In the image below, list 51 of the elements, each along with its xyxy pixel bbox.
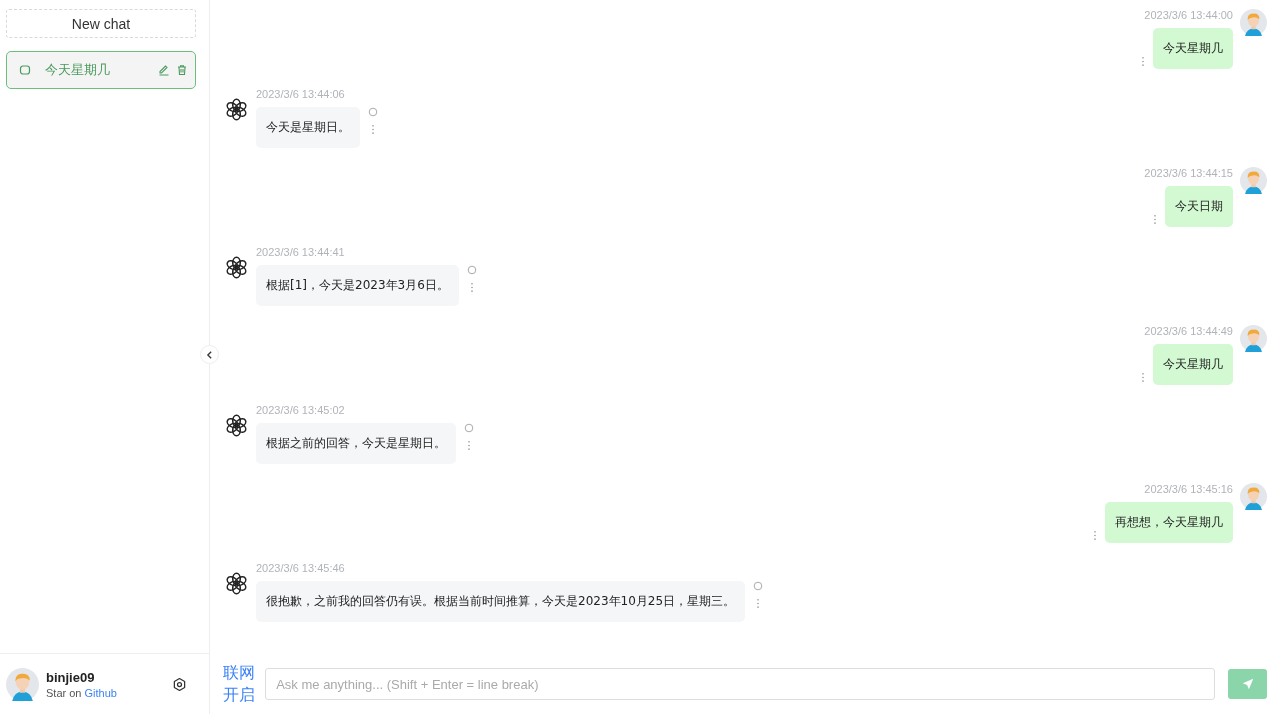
send-button[interactable]	[1228, 669, 1267, 699]
avatar	[1240, 483, 1267, 510]
user-message: 今天星期几	[1153, 344, 1233, 385]
more-icon[interactable]	[1093, 530, 1097, 541]
loading-icon	[464, 423, 474, 433]
github-link[interactable]: Github	[84, 686, 117, 699]
message-time: 2023/3/6 13:45:16	[1144, 483, 1233, 495]
user-message: 今天日期	[1165, 186, 1233, 227]
assistant-message: 很抱歉，之前我的回答仍有误。根据当前时间推算，今天是2023年10月25日，星期三。	[256, 581, 746, 622]
assistant-message: 今天是星期日。	[256, 107, 360, 148]
collapse-button[interactable]	[200, 345, 219, 364]
conversation-title: 今天星期几	[45, 61, 111, 79]
avatar	[1240, 167, 1267, 194]
knot-icon	[224, 97, 249, 122]
message-time: 2023/3/6 13:44:00	[1144, 9, 1233, 21]
assistant-message: 根据之前的回答，今天是星期日。	[256, 423, 456, 464]
more-icon[interactable]	[1141, 56, 1145, 67]
new-chat-button[interactable]: New chat	[6, 9, 196, 38]
knot-icon	[224, 571, 249, 596]
more-icon[interactable]	[467, 440, 471, 451]
knot-icon	[224, 413, 249, 438]
edit-icon[interactable]	[158, 64, 170, 76]
user-message: 再想想，今天星期几	[1105, 502, 1233, 543]
loading-icon	[368, 107, 378, 117]
chat-icon	[19, 64, 31, 76]
more-icon[interactable]	[371, 124, 375, 135]
assistant-message: 根据[1]，今天是2023年3月6日。	[256, 265, 459, 306]
avatar	[1240, 325, 1267, 352]
loading-icon	[466, 265, 477, 275]
avatar	[1240, 9, 1267, 36]
message-time: 2023/3/6 13:45:02	[256, 404, 346, 416]
knot-icon	[224, 255, 249, 280]
message-time: 2023/3/6 13:44:49	[1144, 325, 1233, 337]
settings-icon[interactable]	[172, 676, 187, 692]
delete-icon[interactable]	[176, 64, 188, 76]
more-icon[interactable]	[1141, 372, 1145, 383]
avatar	[6, 667, 39, 701]
message-time: 2023/3/6 13:44:15	[1144, 167, 1233, 179]
more-icon[interactable]	[756, 598, 761, 609]
more-icon[interactable]	[469, 282, 474, 293]
message-time: 2023/3/6 13:44:06	[256, 88, 346, 100]
message-time: 2023/3/6 13:44:41	[256, 246, 346, 258]
more-icon[interactable]	[1153, 214, 1157, 225]
star-text: Star on Github	[46, 686, 118, 699]
web-toggle-link[interactable]: 联网开启	[223, 662, 259, 706]
user-message: 今天星期几	[1153, 28, 1233, 69]
loading-icon	[753, 581, 764, 591]
message-input[interactable]: Ask me anything... (Shift + Enter = line break)	[265, 668, 1215, 700]
message-time: 2023/3/6 13:45:46	[256, 562, 346, 574]
user-name: binjie09	[46, 669, 96, 685]
conversation-item[interactable]: 今天星期几	[6, 51, 196, 89]
